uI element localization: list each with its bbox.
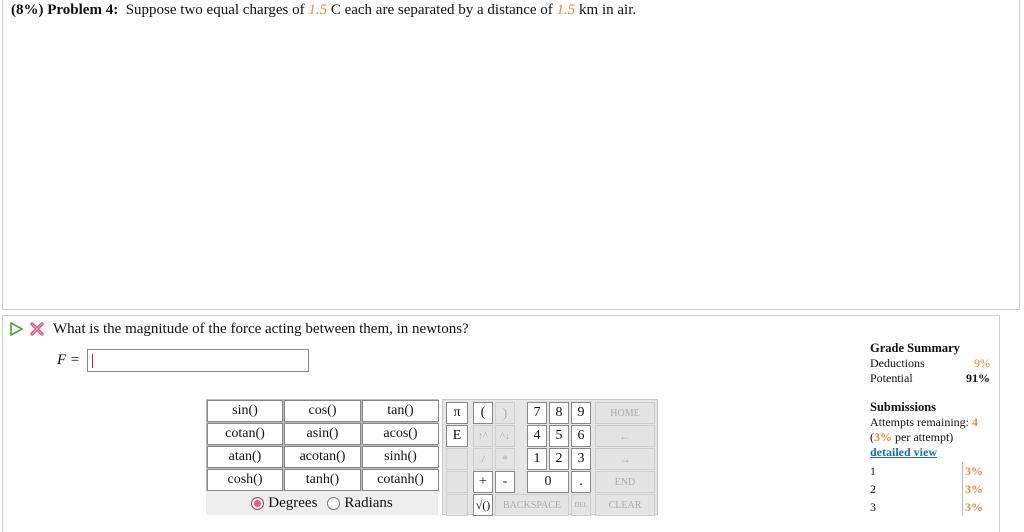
key-pi[interactable]: π xyxy=(446,402,468,424)
problem-text-2: C each are separated by a distance of xyxy=(327,2,557,18)
answer-input[interactable] xyxy=(87,349,309,372)
incorrect-x-icon xyxy=(30,322,44,336)
degrees-label: Degrees xyxy=(268,494,318,511)
key-cotanh[interactable]: cotanh() xyxy=(362,469,439,491)
submission-number: 2 xyxy=(870,481,876,496)
attempts-remaining: Attempts remaining: 4 xyxy=(870,415,990,430)
key-asin[interactable]: asin() xyxy=(284,423,361,445)
detailed-view-link[interactable]: detailed view xyxy=(870,445,990,460)
key-4[interactable]: 4 xyxy=(527,425,547,447)
grade-summary: Grade Summary Deductions 9% Potential 91… xyxy=(870,341,990,460)
submission-number: 1 xyxy=(870,463,876,478)
question-text: What is the magnitude of the force actin… xyxy=(53,320,469,337)
key-2[interactable]: 2 xyxy=(549,448,569,470)
key-5[interactable]: 5 xyxy=(549,425,569,447)
function-keypad: sin() cos() tan() cotan() asin() acos() … xyxy=(206,399,439,492)
radians-radio[interactable]: Radians xyxy=(327,494,393,512)
key-blank-1 xyxy=(446,448,468,470)
key-minus[interactable]: - xyxy=(495,471,515,493)
deductions-row: Deductions 9% xyxy=(870,356,990,371)
key-clear[interactable]: CLEAR xyxy=(595,494,655,516)
attempts-remaining-label: Attempts remaining: xyxy=(870,415,972,429)
radians-label: Radians xyxy=(344,494,393,511)
key-tan[interactable]: tan() xyxy=(362,400,439,422)
key-sinh[interactable]: sinh() xyxy=(362,446,439,468)
key-1[interactable]: 1 xyxy=(527,448,547,470)
radians-radio-dot[interactable] xyxy=(327,496,341,510)
key-cos[interactable]: cos() xyxy=(284,400,361,422)
key-sqrt[interactable]: √() xyxy=(473,494,493,516)
potential-label: Potential xyxy=(870,371,913,385)
per-attempt-value: 3% xyxy=(874,430,892,444)
key-acotan[interactable]: acotan() xyxy=(284,446,361,468)
play-icon[interactable] xyxy=(9,322,23,336)
degrees-radio[interactable]: Degrees xyxy=(251,495,317,512)
distance-value: 1.5 xyxy=(556,2,576,18)
submission-deduction: 3% xyxy=(962,498,986,516)
key-e[interactable]: E xyxy=(446,425,468,447)
problem-label: Problem 4: xyxy=(47,2,119,18)
key-3[interactable]: 3 xyxy=(571,448,591,470)
key-acos[interactable]: acos() xyxy=(362,423,439,445)
submission-row: 2 3% xyxy=(870,480,990,498)
key-sin[interactable]: sin() xyxy=(207,400,283,422)
text-caret xyxy=(92,353,93,368)
potential-row: Potential 91% xyxy=(870,371,990,386)
key-lparen[interactable]: ( xyxy=(473,402,493,424)
key-dot[interactable]: . xyxy=(571,471,591,493)
key-home[interactable]: HOME xyxy=(595,402,655,424)
key-9[interactable]: 9 xyxy=(571,402,591,424)
per-attempt-close: per attempt) xyxy=(892,430,954,444)
problem-statement: (8%) Problem 4: Suppose two equal charge… xyxy=(11,1,636,19)
charge-value: 1.5 xyxy=(308,2,328,18)
per-attempt: (3% per attempt) xyxy=(870,430,990,445)
submission-deduction: 3% xyxy=(962,462,986,480)
key-cotan[interactable]: cotan() xyxy=(207,423,283,445)
grade-spacer xyxy=(870,386,990,400)
key-cosh[interactable]: cosh() xyxy=(207,469,283,491)
key-plus[interactable]: + xyxy=(473,471,493,493)
key-rparen[interactable]: ) xyxy=(495,402,515,424)
answer-variable-label: F = xyxy=(57,352,81,368)
key-down[interactable]: ^↓ xyxy=(495,425,515,447)
angle-mode-row: Degrees Radians xyxy=(206,491,438,515)
key-7[interactable]: 7 xyxy=(527,402,547,424)
problem-percent: (8%) xyxy=(11,2,44,18)
key-8[interactable]: 8 xyxy=(549,402,569,424)
deductions-value: 9% xyxy=(974,356,990,370)
submissions-title: Submissions xyxy=(870,400,937,414)
deductions-label: Deductions xyxy=(870,356,925,370)
submission-number: 3 xyxy=(870,499,876,514)
potential-value: 91% xyxy=(966,371,990,385)
key-blank-2 xyxy=(446,471,468,493)
problem-text-3: km in air. xyxy=(575,2,637,18)
key-tanh[interactable]: tanh() xyxy=(284,469,361,491)
question-line: What is the magnitude of the force actin… xyxy=(9,320,469,338)
attempts-remaining-value: 4 xyxy=(971,415,978,429)
key-atan[interactable]: atan() xyxy=(207,446,283,468)
submission-row: 3 3% xyxy=(870,498,990,516)
grade-summary-title: Grade Summary xyxy=(870,341,960,355)
key-backspace[interactable]: BACKSPACE xyxy=(495,494,569,516)
key-right-arrow[interactable]: → xyxy=(595,448,655,470)
key-del[interactable]: DEL xyxy=(571,494,591,516)
key-slash[interactable]: / xyxy=(473,448,493,470)
key-left-arrow[interactable]: ← xyxy=(595,425,655,447)
submission-row: 1 3% xyxy=(870,462,990,480)
key-6[interactable]: 6 xyxy=(571,425,591,447)
page: (8%) Problem 4: Suppose two equal charge… xyxy=(0,0,1024,532)
key-end[interactable]: END xyxy=(595,471,655,493)
key-blank-3 xyxy=(446,494,468,516)
problem-text-1: Suppose two equal charges of xyxy=(125,2,309,18)
key-multiply[interactable]: * xyxy=(495,448,515,470)
degrees-radio-dot[interactable] xyxy=(251,496,265,510)
key-up[interactable]: ↑^ xyxy=(473,425,493,447)
submission-deduction: 3% xyxy=(962,480,986,498)
numeric-keypad: π ( ) 7 8 9 HOME E ↑^ ^↓ 4 5 6 ← / * 1 2… xyxy=(442,399,658,516)
key-0[interactable]: 0 xyxy=(527,471,569,493)
problem-panel: (8%) Problem 4: Suppose two equal charge… xyxy=(2,0,1020,310)
submissions-table: 1 3% 2 3% 3 3% xyxy=(870,462,990,516)
